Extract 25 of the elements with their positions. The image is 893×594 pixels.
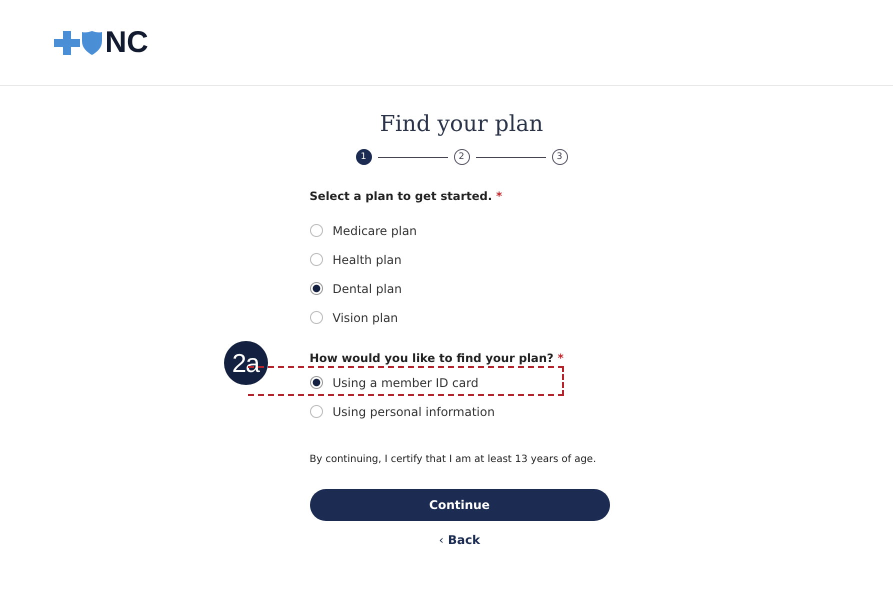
radio-button[interactable] bbox=[310, 224, 322, 237]
continue-button[interactable]: Continue bbox=[310, 489, 610, 521]
option-label: Medicare plan bbox=[332, 224, 417, 238]
radio-button[interactable] bbox=[310, 282, 322, 295]
option-label: Dental plan bbox=[332, 282, 402, 296]
shield-icon bbox=[82, 31, 102, 55]
option-label: Health plan bbox=[332, 252, 402, 266]
disclaimer-text: By continuing, I certify that I am at least 13 years of age. bbox=[310, 454, 598, 465]
callout-badge: 2a bbox=[224, 341, 268, 385]
option-label: Vision plan bbox=[332, 310, 398, 324]
radio-button[interactable] bbox=[310, 253, 322, 266]
step-indicator: 3 bbox=[552, 149, 568, 165]
question-label: How would you like to find your plan? * bbox=[310, 351, 565, 365]
logo-text: NC bbox=[105, 28, 148, 58]
option-label: Using personal information bbox=[332, 404, 495, 418]
step-indicator: 1 bbox=[356, 149, 372, 165]
radio-button[interactable] bbox=[310, 376, 322, 389]
question-label: Select a plan to get started. * bbox=[310, 189, 504, 203]
page-title: Find your plan bbox=[380, 112, 544, 137]
cross-icon bbox=[54, 31, 80, 55]
back-link[interactable]: ‹ Back bbox=[310, 533, 610, 547]
option-label: Using a member ID card bbox=[332, 376, 478, 390]
radio-button[interactable] bbox=[310, 405, 322, 418]
step-indicator: 2 bbox=[454, 149, 470, 165]
radio-button[interactable] bbox=[310, 311, 322, 324]
